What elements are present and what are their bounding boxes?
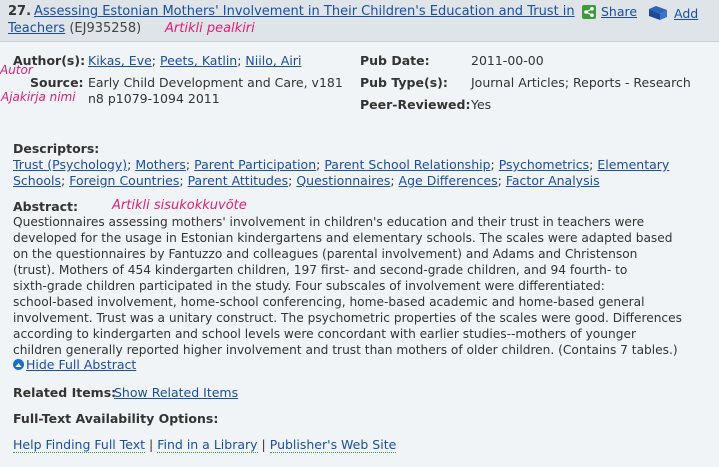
abstract-line: involvement. Trust was a unitary constru… bbox=[13, 311, 682, 325]
abstract-line: school-based involvement, home-school co… bbox=[13, 295, 645, 309]
abstract-annotation: Artikli sisukokkuvõte bbox=[112, 198, 247, 213]
author-link[interactable]: Niilo, Airi bbox=[245, 53, 301, 68]
peer-reviewed-label: Peer-Reviewed: bbox=[360, 97, 471, 112]
author-annotation: Autor bbox=[0, 63, 33, 77]
abstract-line: on the questionnaires by Fantuzzo and co… bbox=[13, 247, 638, 261]
descriptor-link[interactable]: Mothers bbox=[135, 157, 186, 172]
descriptor-link[interactable]: Elementary bbox=[597, 157, 669, 172]
related-label: Related Items: bbox=[13, 385, 117, 400]
title-link-line2[interactable]: Teachers bbox=[8, 21, 65, 36]
find-in-library-link[interactable]: Find in a Library bbox=[157, 437, 258, 453]
descriptor-link[interactable]: Parent Attitudes bbox=[188, 173, 289, 188]
abstract-text: Questionnaires assessing mothers' involv… bbox=[13, 214, 703, 358]
hide-abstract-toggle[interactable]: Hide Full Abstract bbox=[13, 357, 136, 372]
share-button[interactable]: Share bbox=[582, 4, 637, 19]
pubtype-label: Pub Type(s): bbox=[360, 75, 448, 90]
title-annotation: Artikli pealkiri bbox=[165, 21, 255, 36]
pubtype-value: Journal Articles; Reports - Research bbox=[471, 75, 691, 90]
record-number: 27. bbox=[8, 4, 32, 19]
title-continuation: Teachers (EJ935258) bbox=[8, 21, 141, 36]
descriptors-line2: Schools; Foreign Countries; Parent Attit… bbox=[13, 173, 600, 188]
abstract-line: children generally reported higher invol… bbox=[13, 343, 678, 357]
source-annotation: Ajakirja nimi bbox=[1, 90, 76, 104]
abstract-line: according to kindergarten and school lev… bbox=[13, 327, 636, 341]
author-link[interactable]: Peets, Katlin bbox=[160, 53, 237, 68]
record-details: Author(s): Kikas, Eve; Peets, Katlin; Ni… bbox=[0, 42, 719, 467]
descriptor-link[interactable]: Foreign Countries bbox=[69, 173, 179, 188]
help-finding-fulltext-link[interactable]: Help Finding Full Text bbox=[13, 437, 146, 453]
fulltext-links: Help Finding Full Text | Find in a Library… bbox=[13, 437, 397, 453]
eric-id: (EJ935258) bbox=[69, 21, 142, 36]
descriptor-link[interactable]: Schools bbox=[13, 173, 61, 188]
descriptor-link[interactable]: Parent Participation bbox=[194, 157, 316, 172]
hide-abstract-link[interactable]: Hide Full Abstract bbox=[26, 357, 136, 372]
author-link[interactable]: Kikas, Eve bbox=[88, 53, 152, 68]
descriptor-link[interactable]: Questionnaires bbox=[296, 173, 390, 188]
descriptor-link[interactable]: Parent School Relationship bbox=[324, 157, 490, 172]
abstract-label: Abstract: bbox=[13, 199, 79, 214]
share-icon bbox=[582, 4, 596, 19]
descriptor-link[interactable]: Psychometrics bbox=[499, 157, 589, 172]
abstract-line: (trust). Mothers of 454 kindergarten chi… bbox=[13, 263, 628, 277]
publisher-site-link[interactable]: Publisher's Web Site bbox=[269, 437, 397, 453]
add-label[interactable]: Add bbox=[674, 6, 698, 21]
abstract-line: sixth-grade children participated in the… bbox=[13, 279, 605, 293]
descriptor-link[interactable]: Factor Analysis bbox=[506, 173, 600, 188]
peer-reviewed-value: Yes bbox=[471, 97, 492, 112]
abstract-line: developed for the usage in Estonian kind… bbox=[13, 231, 673, 245]
descriptor-link[interactable]: Trust (Psychology) bbox=[13, 157, 127, 172]
abstract-line: Questionnaires assessing mothers' involv… bbox=[13, 215, 645, 229]
authors-list: Kikas, Eve; Peets, Katlin; Niilo, Airi bbox=[88, 53, 302, 68]
source-label: Source: bbox=[30, 75, 84, 90]
show-related-link[interactable]: Show Related Items bbox=[114, 385, 238, 400]
descriptors-line1: Trust (Psychology); Mothers; Parent Part… bbox=[13, 157, 670, 172]
add-button[interactable]: Add bbox=[647, 4, 698, 22]
record-title[interactable]: Assessing Estonian Mothers' Involvement … bbox=[34, 4, 575, 19]
share-label[interactable]: Share bbox=[601, 4, 637, 19]
descriptor-link[interactable]: Age Differences bbox=[399, 173, 498, 188]
pubdate-value: 2011-00-00 bbox=[471, 53, 544, 68]
pubdate-label: Pub Date: bbox=[360, 53, 430, 68]
descriptors-label: Descriptors: bbox=[13, 141, 100, 156]
source-value-line2: n8 p1079-1094 2011 bbox=[88, 91, 220, 106]
source-value-line1: Early Child Development and Care, v181 bbox=[88, 75, 343, 90]
folder-add-icon bbox=[649, 6, 667, 20]
title-link-line1[interactable]: Assessing Estonian Mothers' Involvement … bbox=[34, 4, 575, 19]
collapse-up-icon bbox=[13, 359, 24, 370]
fulltext-label: Full-Text Availability Options: bbox=[13, 411, 219, 426]
record-header: 27. Assessing Estonian Mothers' Involvem… bbox=[0, 0, 719, 42]
